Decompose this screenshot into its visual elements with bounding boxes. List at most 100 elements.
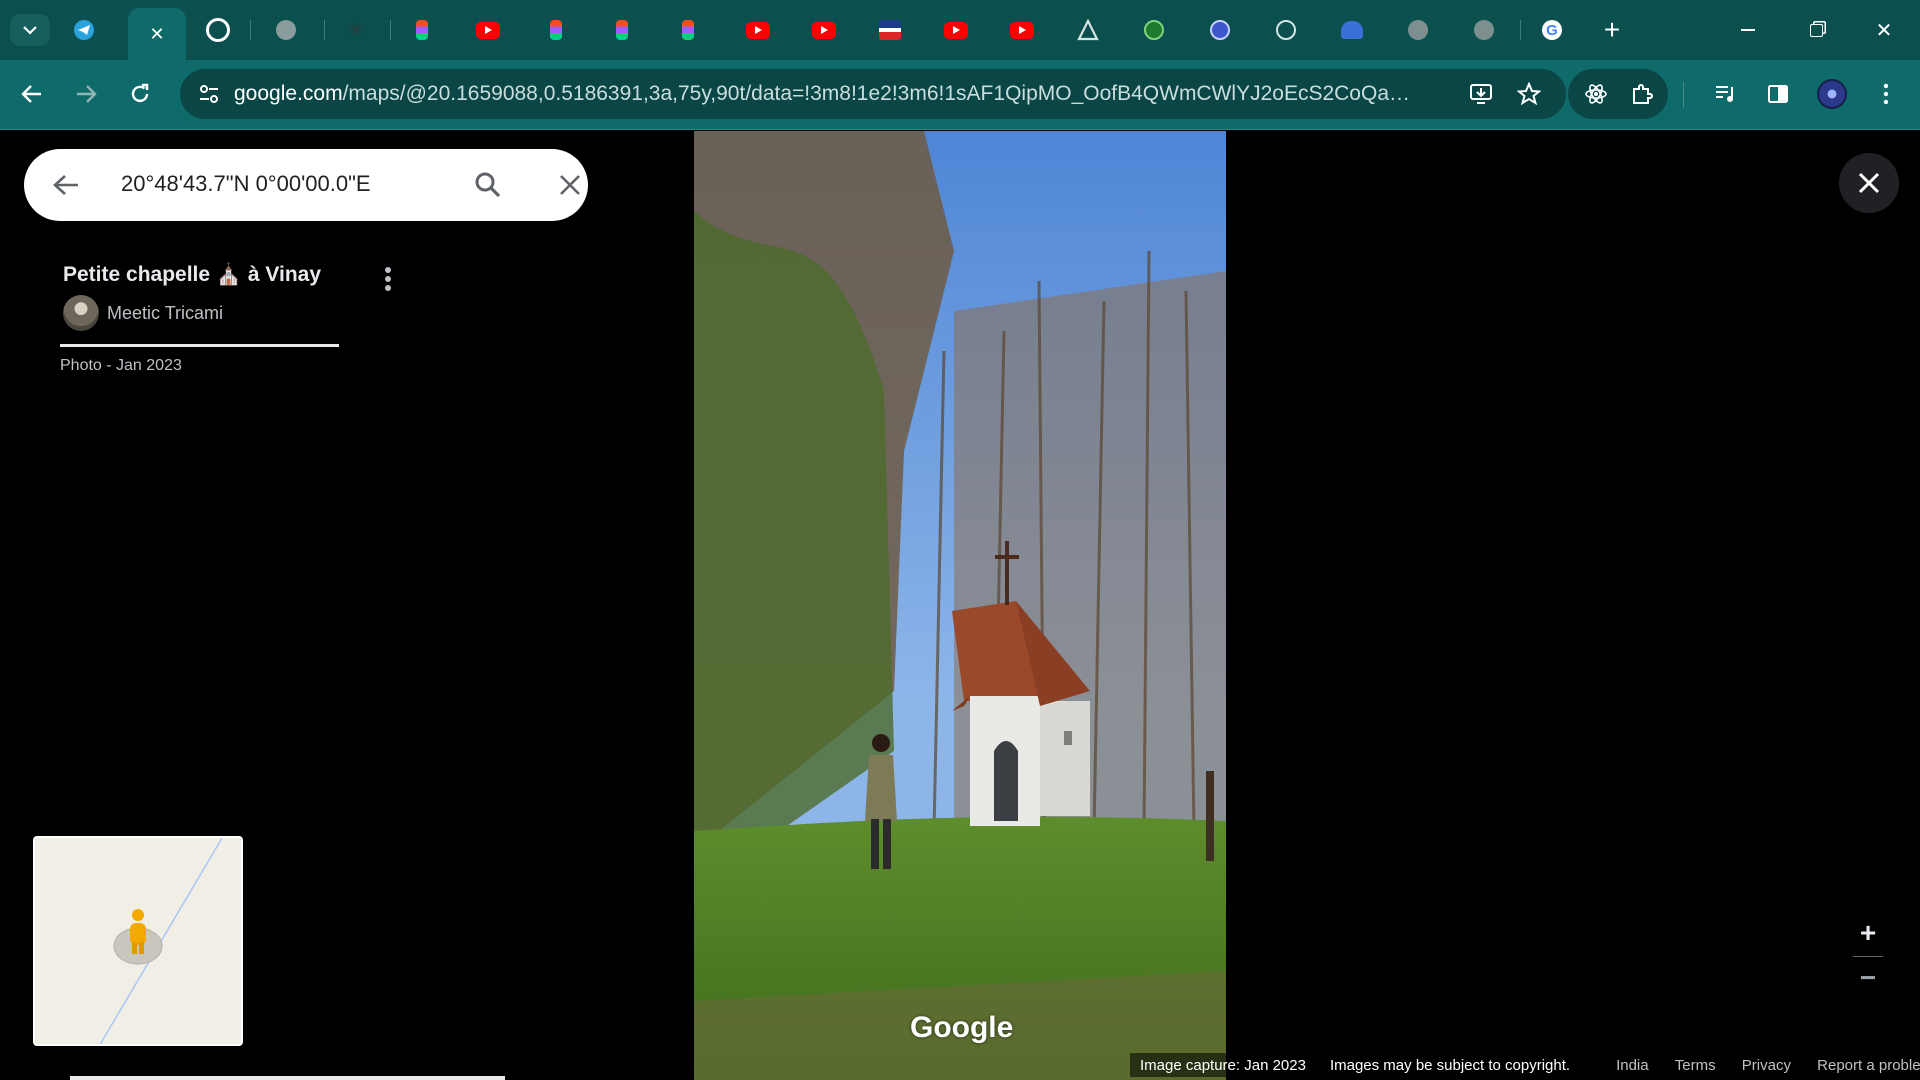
photo-options-button[interactable] [368,259,408,299]
tab-generic-1[interactable] [268,14,304,46]
zoom-out-button[interactable]: − [1850,962,1886,993]
tab-google[interactable]: G [1534,14,1570,46]
map-footer: Image capture: Jan 2023 Images may be su… [1130,1053,1920,1077]
tab-generic-5[interactable] [1202,14,1238,46]
chapel-photo[interactable] [694,131,1226,1080]
youtube-icon [944,21,968,39]
search-box[interactable]: 20°48'43.7"N 0°00'00.0"E [24,149,588,221]
figma-icon [416,20,428,40]
tab-generic-6[interactable] [1268,14,1304,46]
zoom-in-button[interactable]: + [1850,917,1886,948]
kebab-menu-icon [385,267,391,291]
search-button[interactable] [470,167,506,203]
tab-figma-4[interactable] [670,14,706,46]
info-divider [60,344,339,347]
url-domain: google.com [234,82,343,105]
tab-generic-8[interactable] [1400,14,1436,46]
forward-button[interactable] [64,72,108,116]
chrome-menu-button[interactable] [1864,72,1908,116]
tab-generic-2[interactable]: ✳ [338,14,374,46]
google-g-icon: G [1542,20,1562,40]
side-panel-button[interactable] [1756,72,1800,116]
panel-bottom-bar [70,1076,505,1080]
plus-icon: + [1859,917,1877,948]
tab-flag[interactable] [872,14,908,46]
tab-telegram[interactable] [66,14,102,46]
bookmark-button[interactable] [1510,75,1548,113]
tab-whatsapp[interactable] [200,14,236,46]
arrow-left-icon [21,85,41,103]
browser-toolbar: google.com/maps/@20.1659088,0.5186391,3a… [0,60,1920,130]
restore-button[interactable] [1796,14,1836,46]
youtube-icon [812,21,836,39]
triangle-logo-icon [1077,19,1099,41]
photo-title: Petite chapelle ⛪ à Vinay [63,263,322,286]
tab-generic-4[interactable] [1136,14,1172,46]
whatsapp-icon [206,18,230,42]
youtube-icon [1010,21,1034,39]
tab-figma-3[interactable] [604,14,640,46]
photo-date: Photo - Jan 2023 [60,357,182,374]
green-circle-icon [1144,20,1164,40]
close-viewer-button[interactable] [1839,153,1899,213]
url-path: /maps/@20.1659088,0.5186391,3a,75y,90t/d… [342,82,1414,105]
minimize-icon [1741,29,1755,31]
install-app-button[interactable] [1462,75,1500,113]
search-input[interactable]: 20°48'43.7"N 0°00'00.0"E [121,171,371,197]
tab-figma-2[interactable] [538,14,574,46]
media-controls-button[interactable] [1704,72,1748,116]
tab-generic-7[interactable] [1334,14,1370,46]
copyright-notice: Images may be subject to copyright. [1329,1056,1571,1074]
back-button[interactable] [10,72,54,116]
clear-search-button[interactable] [552,167,588,203]
restore-icon [1809,23,1823,37]
mini-map[interactable] [33,836,243,1046]
tab-generic-9[interactable] [1466,14,1502,46]
minus-icon: − [1859,962,1877,993]
search-back-button[interactable] [48,167,84,203]
address-bar[interactable]: google.com/maps/@20.1659088,0.5186391,3a… [180,69,1566,119]
tab-generic-3[interactable] [1070,14,1106,46]
extensions-button[interactable] [1620,72,1664,116]
tab-youtube-5[interactable] [1004,14,1040,46]
tab-youtube-1[interactable] [470,14,506,46]
close-window-button[interactable]: ✕ [1864,14,1904,46]
profile-button[interactable] [1810,72,1854,116]
figma-icon [682,20,694,40]
google-watermark: Google [910,1011,1014,1044]
footer-link-privacy[interactable]: Privacy [1742,1057,1791,1074]
blue-circle-icon [1210,20,1230,40]
footer-link-terms[interactable]: Terms [1675,1057,1716,1074]
footer-links: India Terms Privacy Report a problem [1594,1057,1920,1074]
footer-link-region[interactable]: India [1616,1057,1649,1074]
react-devtools-button[interactable] [1574,72,1618,116]
blue-shape-icon [1341,21,1363,39]
tab-close-icon[interactable]: ✕ [149,24,164,45]
arrow-left-icon [53,175,78,195]
url-text[interactable]: google.com/maps/@20.1659088,0.5186391,3a… [234,82,1414,106]
tab-youtube-3[interactable] [806,14,842,46]
tab-youtube-4[interactable] [938,14,974,46]
author-name[interactable]: Meetic Tricami [107,303,223,324]
tab-search-button[interactable] [10,14,50,46]
tab-separator [390,20,391,40]
site-info-button[interactable] [190,75,228,113]
mini-map-canvas [35,838,241,1044]
tab-figma-1[interactable] [404,14,440,46]
tune-icon [200,85,218,103]
circle-logo-icon [1276,20,1296,40]
tab-youtube-2[interactable] [740,14,776,46]
install-icon [1470,84,1492,104]
tab-strip: ✕ ✳ G + ✕ [0,0,1920,60]
author-avatar[interactable] [63,295,99,331]
globe-icon [276,20,296,40]
new-tab-button[interactable]: + [1594,14,1630,46]
close-icon [1858,172,1880,194]
asterisk-icon: ✳ [347,19,365,42]
side-panel-icon [1768,85,1788,103]
reload-button[interactable] [118,72,162,116]
youtube-icon [746,21,770,39]
minimize-button[interactable] [1728,14,1768,46]
footer-link-report[interactable]: Report a problem [1817,1057,1920,1074]
tab-google-maps-active[interactable]: ✕ [128,8,186,60]
